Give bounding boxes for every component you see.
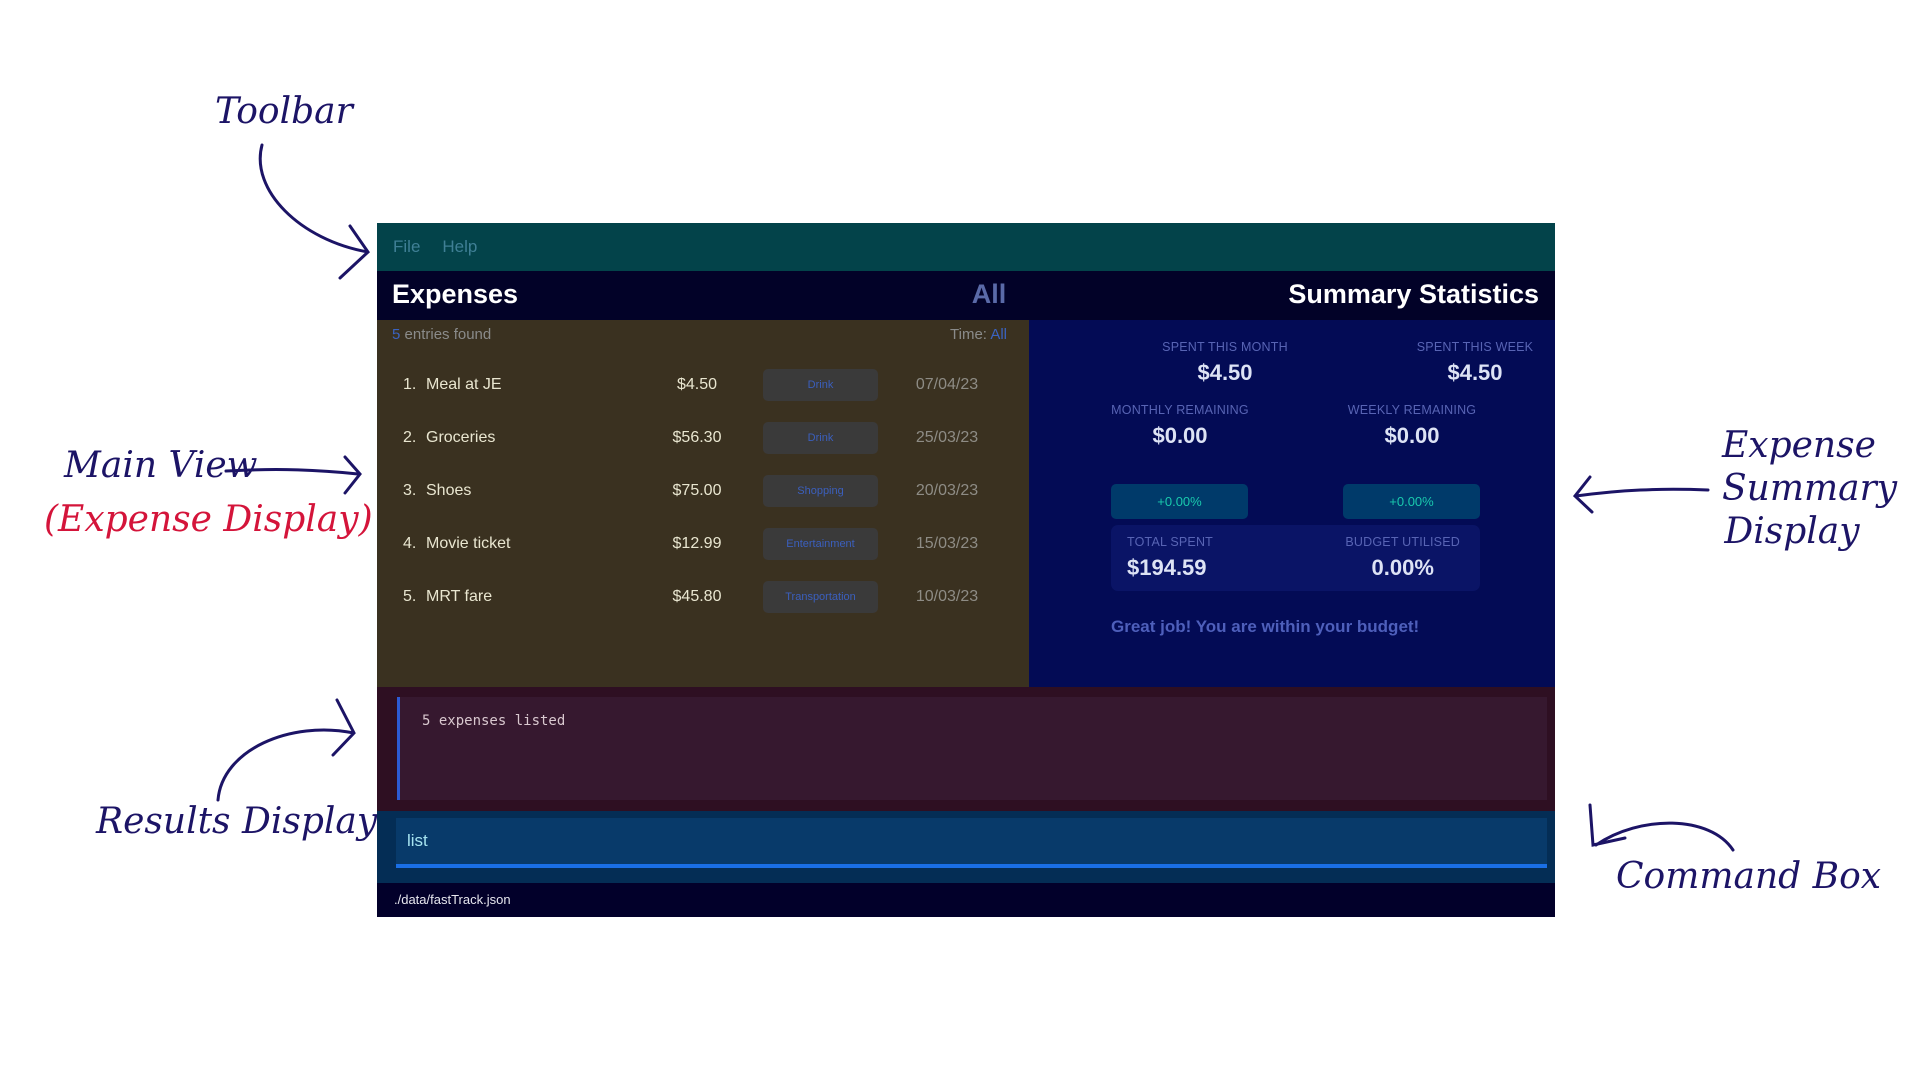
total-spent: TOTAL SPENT $194.59 <box>1127 535 1213 581</box>
stat-label: SPENT THIS MONTH <box>1162 340 1288 354</box>
row-index: 2. <box>403 429 417 446</box>
category-tag: Shopping <box>763 475 878 507</box>
results-arrow <box>216 698 356 802</box>
time-label: Time: <box>950 326 991 343</box>
count-suffix: entries found <box>400 326 492 343</box>
stat-label: BUDGET UTILISED <box>1345 535 1460 549</box>
menu-help[interactable]: Help <box>442 237 477 257</box>
expense-row[interactable]: 1. Meal at JE $4.50 Drink 07/04/23 <box>377 369 1029 401</box>
expense-name: Movie ticket <box>426 535 511 552</box>
total-box: TOTAL SPENT $194.59 BUDGET UTILISED 0.00… <box>1111 525 1480 591</box>
time-value: All <box>990 326 1007 343</box>
expense-price: $12.99 <box>672 535 722 552</box>
annotation-line: Display <box>1724 511 1860 553</box>
expense-name: Shoes <box>426 482 472 499</box>
annotation-expense-display: (Expense Display) <box>44 499 373 540</box>
results-text: 5 expenses listed <box>422 713 566 729</box>
weekly-change-badge: +0.00% <box>1343 484 1480 519</box>
summary-title: Summary Statistics <box>1288 279 1539 309</box>
menu-file[interactable]: File <box>393 237 420 257</box>
results-display: 5 expenses listed <box>377 687 1555 811</box>
category-tag: Drink <box>763 369 878 401</box>
header: Expenses All Summary Statistics <box>377 271 1555 320</box>
stat-value: $4.50 <box>1197 360 1253 385</box>
data-file-path: ./data/fastTrack.json <box>394 892 511 907</box>
annotation-main-view: Main View <box>64 445 258 486</box>
annotation-results-display: Results Display <box>96 801 378 842</box>
row-index: 3. <box>403 482 417 499</box>
expense-date: 25/03/23 <box>915 429 979 446</box>
expense-row[interactable]: 3. Shoes $75.00 Shopping 20/03/23 <box>377 475 1029 507</box>
row-index: 5. <box>403 588 417 605</box>
annotation-command-box: Command Box <box>1616 856 1882 897</box>
category-tag: Drink <box>763 422 878 454</box>
entries-count: 5 entries found <box>392 326 491 343</box>
row-index: 1. <box>403 376 417 393</box>
command-box-arrow <box>1588 803 1735 852</box>
expenses-title: Expenses <box>392 279 519 309</box>
expense-price: $56.30 <box>672 429 722 446</box>
expense-name: Meal at JE <box>426 376 502 393</box>
expense-date: 10/03/23 <box>915 588 979 605</box>
budget-message: Great job! You are within your budget! <box>1111 617 1420 636</box>
stat-value: $4.50 <box>1447 360 1503 385</box>
expense-price: $45.80 <box>672 588 722 605</box>
app-window: File Help Expenses All Summary Statistic… <box>377 223 1555 917</box>
expense-list-panel: 5 entries found Time: All 1. Meal at JE $4… <box>377 320 1029 687</box>
expense-date: 20/03/23 <box>915 482 979 499</box>
monthly-remaining: MONTHLY REMAINING $0.00 <box>1060 403 1300 449</box>
expense-name: MRT fare <box>426 588 493 605</box>
weekly-remaining: WEEKLY REMAINING $0.00 <box>1292 403 1532 449</box>
spent-this-month: SPENT THIS MONTH $4.50 <box>1105 340 1345 386</box>
annotation-expense-summary: Expense Summary Display <box>1722 424 1898 554</box>
stat-label: SPENT THIS WEEK <box>1416 340 1534 354</box>
toolbar-arrow <box>258 143 370 280</box>
stat-label: MONTHLY REMAINING <box>1111 403 1249 417</box>
expense-date: 07/04/23 <box>915 376 979 393</box>
annotation-line: Expense <box>1722 425 1876 466</box>
stat-value: $0.00 <box>1152 423 1208 448</box>
row-index: 4. <box>403 535 417 552</box>
expense-row[interactable]: 5. MRT fare $45.80 Transportation 10/03/23 <box>377 581 1029 613</box>
expense-row[interactable]: 4. Movie ticket $12.99 Entertainment 15/03/2… <box>377 528 1029 560</box>
stat-value: $0.00 <box>1384 423 1440 448</box>
stat-label: TOTAL SPENT <box>1127 535 1214 549</box>
expense-price: $4.50 <box>676 376 718 393</box>
stat-value: 0.00% <box>1371 555 1434 580</box>
expense-price: $75.00 <box>672 482 722 499</box>
category-tag: Entertainment <box>763 528 878 560</box>
command-input[interactable] <box>396 818 1547 868</box>
category-filter-label: All <box>971 279 1007 309</box>
annotation-toolbar: Toolbar <box>215 91 353 132</box>
expense-name: Groceries <box>426 429 496 446</box>
category-tag: Transportation <box>763 581 878 613</box>
time-filter: Time: All <box>950 326 1007 343</box>
results-box: 5 expenses listed <box>397 697 1547 800</box>
command-box <box>377 811 1555 883</box>
stat-label: WEEKLY REMAINING <box>1347 403 1477 417</box>
stat-value: $194.59 <box>1127 555 1207 580</box>
status-bar: ./data/fastTrack.json <box>377 883 1555 917</box>
spent-this-week: SPENT THIS WEEK $4.50 <box>1355 340 1595 386</box>
summary-arrow <box>1572 475 1710 514</box>
expense-row[interactable]: 2. Groceries $56.30 Drink 25/03/23 <box>377 422 1029 454</box>
monthly-change-badge: +0.00% <box>1111 484 1248 519</box>
budget-utilised: BUDGET UTILISED 0.00% <box>1345 535 1460 581</box>
annotation-line: Summary <box>1722 468 1898 510</box>
summary-panel: SPENT THIS MONTH $4.50 SPENT THIS WEEK $… <box>1029 320 1555 687</box>
expense-date: 15/03/23 <box>915 535 979 552</box>
toolbar: File Help <box>377 223 1555 271</box>
